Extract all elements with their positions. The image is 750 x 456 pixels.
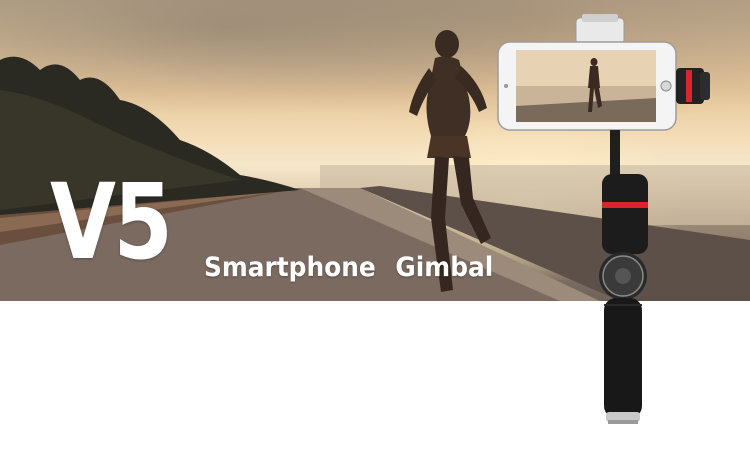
product-model-title: V5	[50, 161, 173, 283]
smartphone	[497, 41, 677, 131]
joystick-control	[599, 252, 647, 300]
gimbal-photo	[497, 14, 710, 424]
product-subtitle: Smartphone Gimbal	[204, 252, 494, 283]
